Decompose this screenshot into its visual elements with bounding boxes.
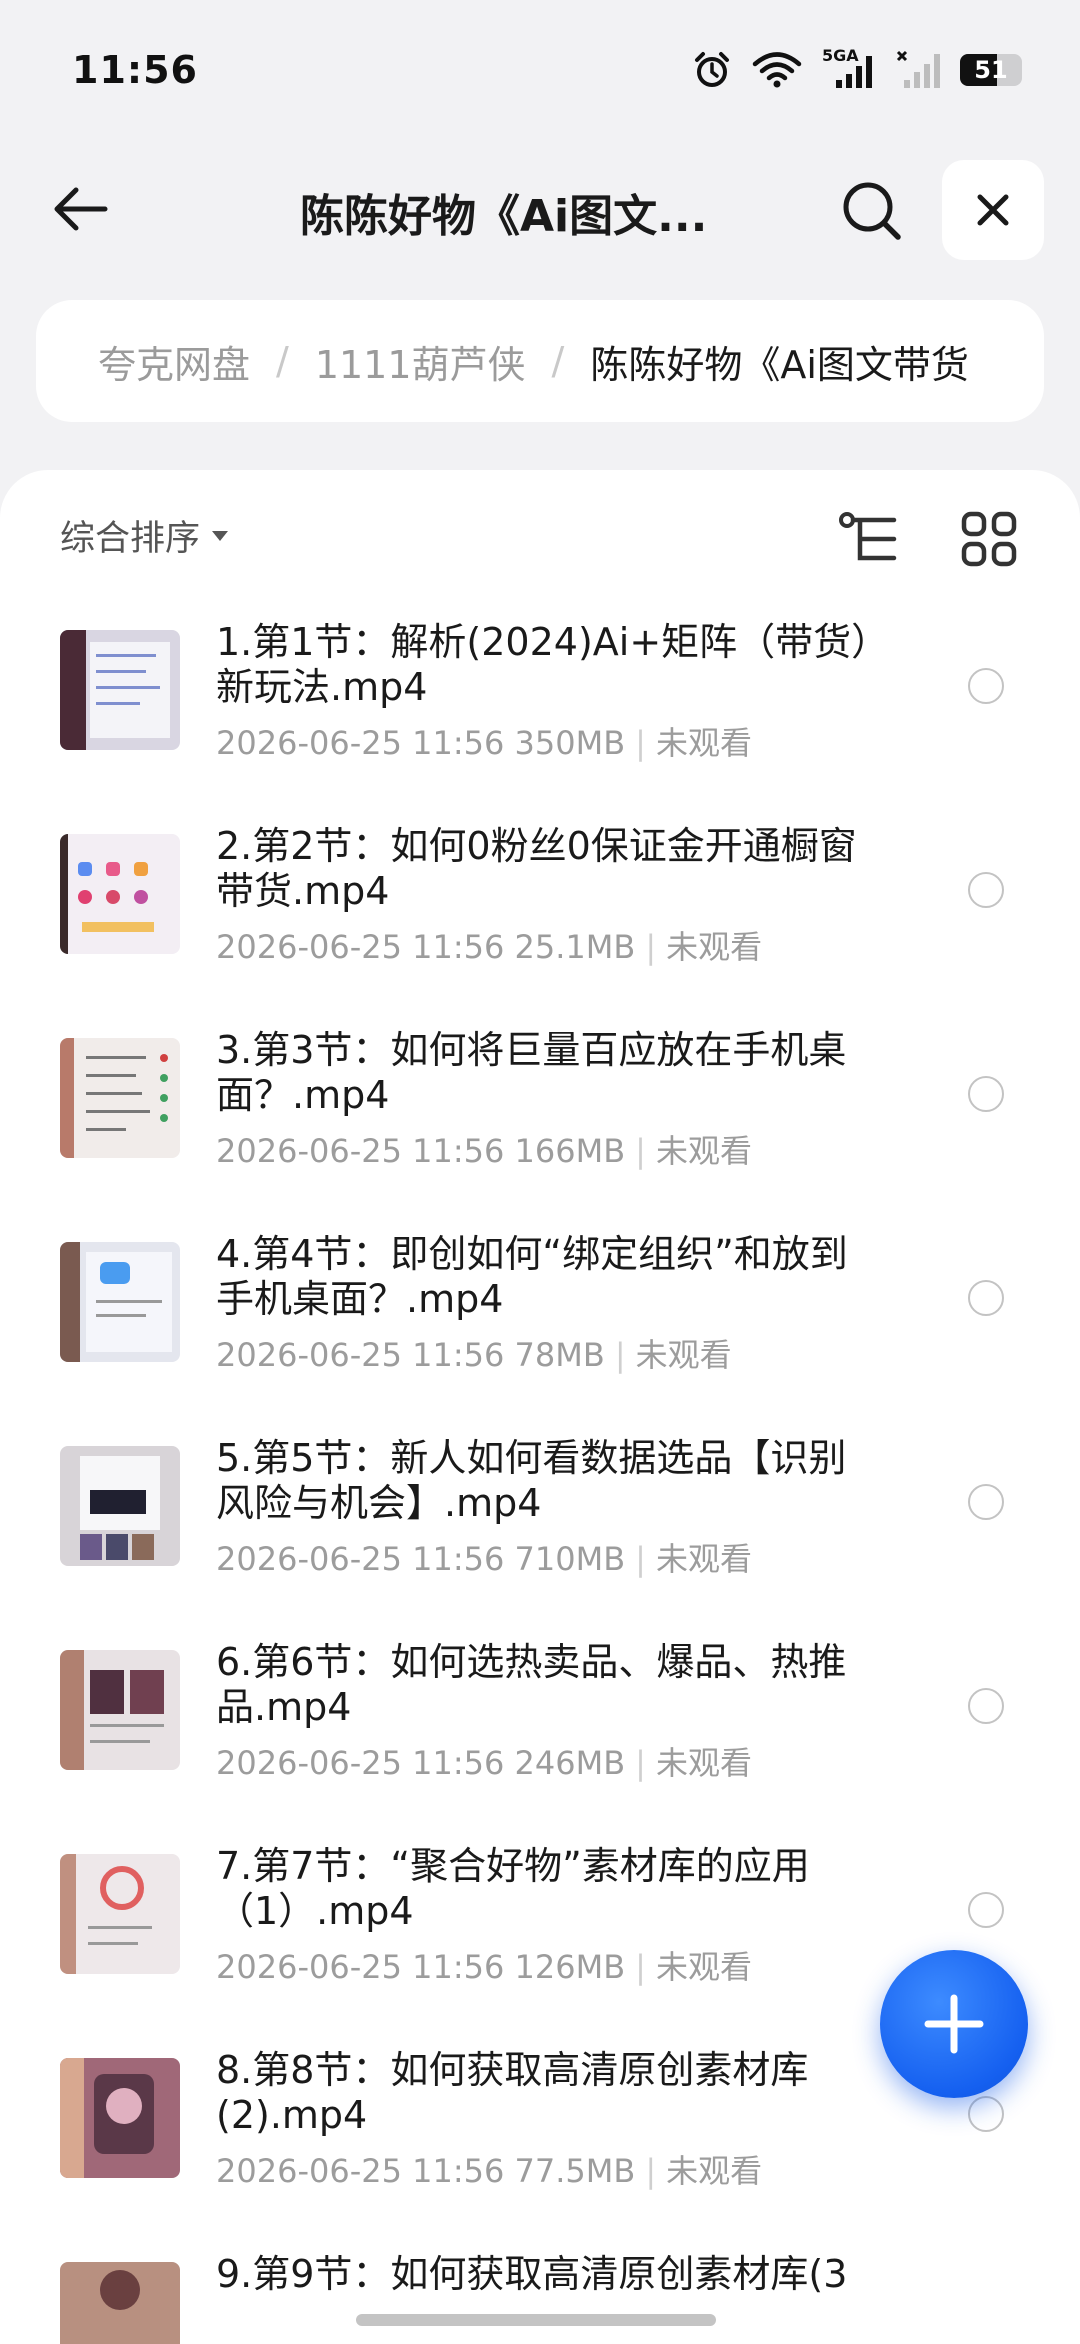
breadcrumb-separator: / (276, 339, 289, 383)
plus-icon (924, 1994, 984, 2054)
file-name: 3.第3节：如何将巨量百应放在手机桌面？.mp4 (216, 1028, 847, 1117)
status-icons: 5GA 51 (692, 46, 1022, 90)
sort-label: 综合排序 (60, 519, 201, 559)
file-row[interactable]: 3.第3节：如何将巨量百应放在手机桌面？.mp4 2026-06-25 11:5… (0, 1028, 1080, 1232)
signal-no-service-icon (896, 50, 940, 90)
video-thumbnail (60, 2058, 180, 2178)
file-size: 25.1MB (514, 928, 636, 966)
grid-view-button[interactable] (956, 506, 1022, 572)
file-size: 166MB (514, 1132, 626, 1170)
breadcrumb-item-root[interactable]: 夸克网盘 (98, 334, 250, 389)
file-date: 2026-06-25 11:56 (216, 928, 505, 966)
search-button[interactable] (832, 176, 912, 246)
home-indicator[interactable] (356, 2314, 716, 2326)
file-name: 2.第2节：如何0粉丝0保证金开通橱窗带货.mp4 (216, 824, 857, 913)
back-button[interactable] (40, 174, 120, 244)
list-toolbar: 综合排序 (0, 470, 1080, 600)
watch-status: 未观看 (666, 928, 763, 966)
watch-status: 未观看 (655, 1948, 752, 1986)
select-radio[interactable] (968, 1076, 1004, 1112)
page-title: 陈陈好物《Ai图文... (300, 191, 708, 242)
watch-status: 未观看 (635, 1336, 732, 1374)
watch-status: 未观看 (655, 724, 752, 762)
file-size: 77.5MB (514, 2152, 636, 2190)
battery-level: 51 (974, 56, 1008, 84)
file-date: 2026-06-25 11:56 (216, 1744, 505, 1782)
file-name: 5.第5节：新人如何看数据选品【识别风险与机会】.mp4 (216, 1436, 847, 1525)
signal-5ga-icon: 5GA (822, 46, 876, 90)
watch-status: 未观看 (655, 1744, 752, 1782)
file-meta: 2026-06-25 11:56 78MB | 未观看 (216, 1336, 732, 1374)
file-name: 4.第4节：即创如何“绑定组织”和放到手机桌面？.mp4 (216, 1232, 848, 1321)
select-radio[interactable] (968, 668, 1004, 704)
file-row[interactable]: 5.第5节：新人如何看数据选品【识别风险与机会】.mp4 2026-06-25 … (0, 1436, 1080, 1640)
file-name: 9.第9节：如何获取高清原创素材库(3 (216, 2252, 848, 2296)
video-thumbnail (60, 834, 180, 954)
file-row[interactable]: 4.第4节：即创如何“绑定组织”和放到手机桌面？.mp4 2026-06-25 … (0, 1232, 1080, 1436)
breadcrumb-item-current: 陈陈好物《Ai图文带货 (590, 342, 969, 387)
file-name: 7.第7节：“聚合好物”素材库的应用（1）.mp4 (216, 1844, 810, 1933)
watch-status: 未观看 (655, 1132, 752, 1170)
file-date: 2026-06-25 11:56 (216, 1540, 505, 1578)
file-name: 8.第8节：如何获取高清原创素材库(2).mp4 (216, 2048, 809, 2137)
file-size: 246MB (514, 1744, 626, 1782)
file-row[interactable]: 2.第2节：如何0粉丝0保证金开通橱窗带货.mp4 2026-06-25 11:… (0, 824, 1080, 1028)
battery-icon: 51 (960, 54, 1022, 86)
status-bar: 11:56 5GA 51 (0, 0, 1080, 140)
video-thumbnail (60, 1446, 180, 1566)
file-size: 126MB (514, 1948, 626, 1986)
select-radio[interactable] (968, 1688, 1004, 1724)
file-name: 1.第1节：解析(2024)Ai+矩阵（带货）新玩法.mp4 (216, 620, 871, 709)
watch-status: 未观看 (655, 1540, 752, 1578)
alarm-icon (692, 50, 732, 90)
close-icon (977, 194, 1009, 226)
sort-dropdown[interactable]: 综合排序 (60, 510, 230, 561)
select-radio[interactable] (968, 1484, 1004, 1520)
file-name: 6.第6节：如何选热卖品、爆品、热推品.mp4 (216, 1640, 847, 1729)
search-icon (843, 182, 901, 240)
file-meta: 2026-06-25 11:56 246MB | 未观看 (216, 1744, 752, 1782)
file-meta: 2026-06-25 11:56 77.5MB | 未观看 (216, 2152, 763, 2190)
file-size: 710MB (514, 1540, 626, 1578)
file-date: 2026-06-25 11:56 (216, 2152, 505, 2190)
back-arrow-icon (54, 187, 108, 231)
header: 陈陈好物《Ai图文... (0, 150, 1080, 270)
file-meta: 2026-06-25 11:56 350MB | 未观看 (216, 724, 752, 762)
video-thumbnail (60, 1854, 180, 1974)
add-button[interactable] (880, 1950, 1028, 2098)
wifi-icon (752, 51, 802, 89)
video-thumbnail (60, 2262, 180, 2344)
select-radio[interactable] (968, 1892, 1004, 1928)
select-radio[interactable] (968, 872, 1004, 908)
file-row[interactable]: 1.第1节：解析(2024)Ai+矩阵（带货）新玩法.mp4 2026-06-2… (0, 620, 1080, 824)
video-thumbnail (60, 1650, 180, 1770)
video-thumbnail (60, 1038, 180, 1158)
file-meta: 2026-06-25 11:56 710MB | 未观看 (216, 1540, 752, 1578)
breadcrumb-item-folder[interactable]: 1111葫芦侠 (315, 334, 526, 389)
caret-down-icon (212, 530, 229, 541)
file-size: 350MB (514, 724, 626, 762)
file-row[interactable]: 9.第9节：如何获取高清原创素材库(3 (0, 2252, 1080, 2344)
breadcrumb: 夸克网盘 / 1111葫芦侠 / 陈陈好物《Ai图文带货 (36, 300, 1044, 422)
breadcrumb-separator: / (551, 339, 565, 383)
select-radio[interactable] (968, 1280, 1004, 1316)
file-date: 2026-06-25 11:56 (216, 1132, 505, 1170)
file-meta: 2026-06-25 11:56 166MB | 未观看 (216, 1132, 752, 1170)
file-row[interactable]: 6.第6节：如何选热卖品、爆品、热推品.mp4 2026-06-25 11:56… (0, 1640, 1080, 1844)
select-radio[interactable] (968, 2096, 1004, 2132)
status-time: 11:56 (72, 48, 198, 92)
grid-view-icon (961, 511, 1017, 567)
tree-view-icon (839, 512, 897, 561)
close-button[interactable] (942, 160, 1044, 260)
file-meta: 2026-06-25 11:56 126MB | 未观看 (216, 1948, 752, 1986)
tree-view-button[interactable] (836, 506, 902, 572)
video-thumbnail (60, 1242, 180, 1362)
file-size: 78MB (514, 1336, 605, 1374)
file-meta: 2026-06-25 11:56 25.1MB | 未观看 (216, 928, 763, 966)
file-date: 2026-06-25 11:56 (216, 724, 505, 762)
video-thumbnail (60, 630, 180, 750)
file-date: 2026-06-25 11:56 (216, 1948, 505, 1986)
watch-status: 未观看 (666, 2152, 763, 2190)
file-date: 2026-06-25 11:56 (216, 1336, 505, 1374)
